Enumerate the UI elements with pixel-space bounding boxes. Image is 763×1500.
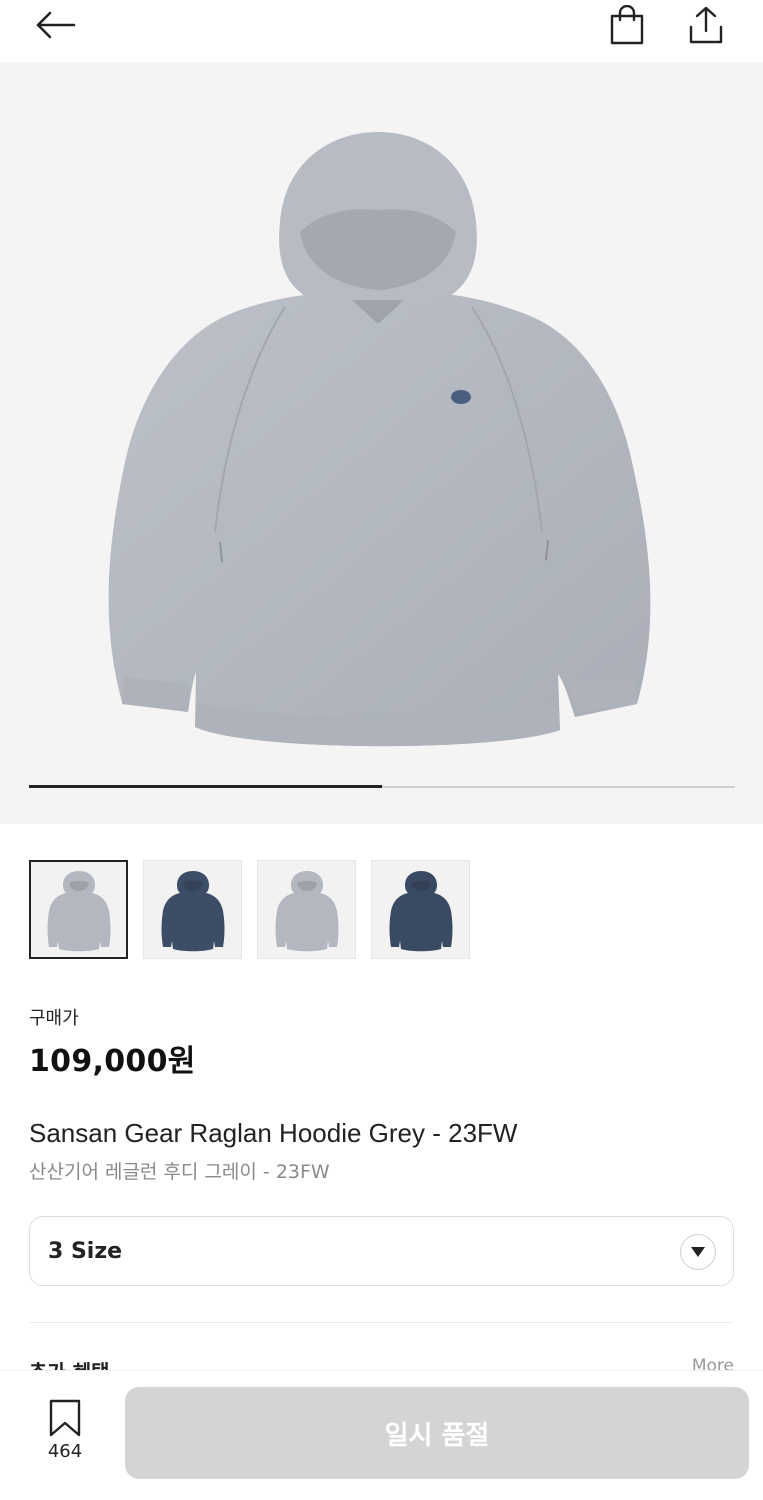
- price-label: 구매가: [29, 1008, 79, 1029]
- thumbnail-navy[interactable]: [143, 860, 242, 959]
- sold-out-button[interactable]: 일시 품절: [125, 1387, 749, 1479]
- shopping-bag-icon: [610, 5, 644, 45]
- size-select-label: 3 Size: [48, 1238, 123, 1264]
- wishlist-button[interactable]: 464: [38, 1399, 92, 1462]
- size-select-dropdown[interactable]: 3 Size: [29, 1216, 734, 1286]
- hoodie-product-image: [108, 132, 651, 747]
- section-divider: [29, 1322, 734, 1323]
- next-section-more-link[interactable]: More: [692, 1356, 734, 1370]
- gallery-progress-track: [29, 785, 735, 788]
- next-section-peek: 추가 혜택 More: [29, 1356, 734, 1370]
- hoodie-thumbnail-image: [389, 870, 452, 951]
- product-title-korean: 산산기어 레글런 후디 그레이 - 23FW: [29, 1161, 330, 1183]
- dropdown-toggle[interactable]: [680, 1234, 716, 1270]
- back-button[interactable]: [30, 0, 80, 50]
- share-upload-icon: [689, 6, 723, 44]
- thumbnail-navy[interactable]: [371, 860, 470, 959]
- next-section-title: 추가 혜택: [29, 1356, 110, 1370]
- hoodie-thumbnail-image: [275, 870, 338, 951]
- thumbnail-grey[interactable]: [29, 860, 128, 959]
- gallery-progress-indicator: [29, 785, 382, 788]
- hoodie-thumbnail-image: [47, 870, 110, 951]
- bottom-action-bar: 464 일시 품절: [0, 1370, 763, 1500]
- price-value: 109,000원: [29, 1044, 196, 1079]
- product-title-english: Sansan Gear Raglan Hoodie Grey - 23FW: [29, 1118, 518, 1148]
- arrow-left-icon: [36, 11, 76, 39]
- top-nav-bar: [0, 0, 763, 62]
- hoodie-thumbnail-image: [161, 870, 224, 951]
- cart-button[interactable]: [602, 0, 652, 50]
- wishlist-count: 464: [47, 1441, 83, 1462]
- product-image-gallery[interactable]: [0, 62, 763, 824]
- chevron-down-icon: [691, 1247, 705, 1257]
- thumbnail-grey[interactable]: [257, 860, 356, 959]
- share-button[interactable]: [681, 0, 731, 50]
- thumbnail-strip: [29, 860, 470, 959]
- bookmark-icon: [49, 1399, 81, 1437]
